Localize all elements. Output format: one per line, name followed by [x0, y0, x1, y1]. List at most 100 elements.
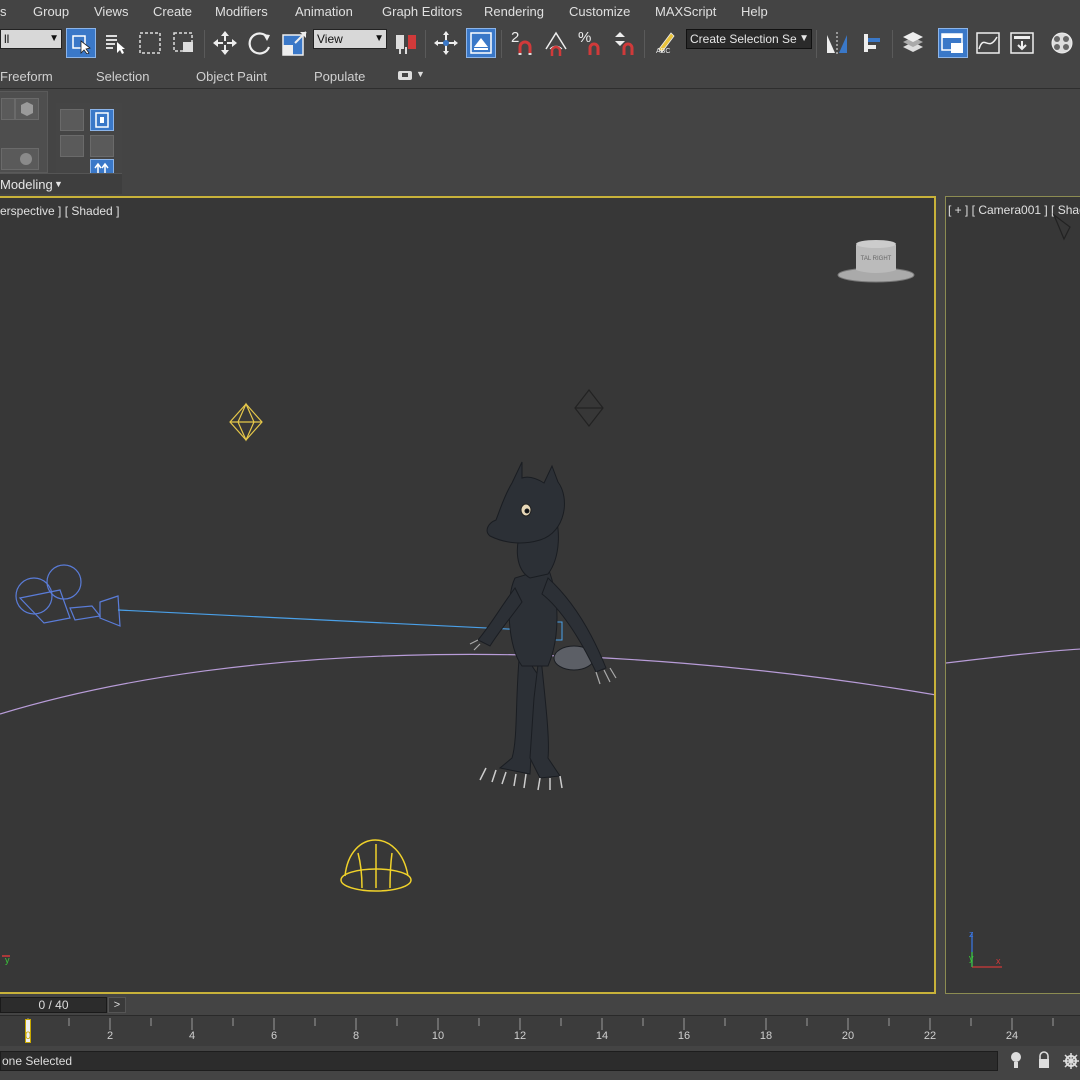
- align-button[interactable]: [857, 28, 887, 58]
- pivot-center-button[interactable]: [391, 28, 421, 58]
- menu-item-rendering[interactable]: Rendering: [484, 4, 544, 19]
- edit-named-selection-button[interactable]: ABC: [650, 28, 680, 58]
- window-crossing-button[interactable]: [169, 28, 199, 58]
- material-editor-icon: [1051, 32, 1073, 54]
- layers-icon: [903, 32, 923, 52]
- spinner-snap-button[interactable]: [609, 28, 639, 58]
- mirror-button[interactable]: [822, 28, 852, 58]
- ribbon-sphere-button[interactable]: [1, 148, 39, 170]
- menu-item-views[interactable]: Views: [94, 4, 128, 19]
- pivot-center-icon: [396, 35, 416, 54]
- tab-selection[interactable]: Selection: [96, 69, 149, 84]
- material-editor-button[interactable]: [1047, 28, 1077, 58]
- viewcube-icon: TAL RIGHT: [837, 240, 915, 283]
- ribbon-tab-bar: Freeform Selection Object Paint Populate…: [0, 64, 1080, 88]
- tab-object-paint[interactable]: Object Paint: [196, 69, 267, 84]
- menu-item-animation[interactable]: Animation: [295, 4, 353, 19]
- ribbon-tool-button[interactable]: [1, 98, 15, 120]
- snaps-toggle-button[interactable]: 2: [507, 28, 537, 58]
- selection-filter-dropdown[interactable]: ll ▼: [0, 29, 62, 49]
- home-grid-curve: [0, 653, 934, 715]
- ribbon-group-tools: [56, 103, 122, 181]
- menu-item-graph-editors[interactable]: Graph Editors: [382, 4, 462, 19]
- reference-coordinate-value: View: [317, 32, 343, 46]
- menu-item-help[interactable]: Help: [741, 4, 768, 19]
- percent-snap-button[interactable]: %: [575, 28, 605, 58]
- ribbon-panel: Modeling ▼: [0, 88, 1080, 194]
- toggle-scene-explorer-button[interactable]: [938, 28, 968, 58]
- ribbon-options-button[interactable]: [398, 71, 412, 80]
- tab-freeform[interactable]: Freeform: [0, 69, 53, 84]
- ribbon-group-polygon: [0, 91, 48, 173]
- time-slider-thumb[interactable]: 0 / 40: [0, 997, 107, 1013]
- frame-tick-label: 4: [188, 1030, 196, 1042]
- skylight-icon: [340, 839, 412, 892]
- select-object-button[interactable]: [66, 28, 96, 58]
- tab-populate[interactable]: Populate: [314, 69, 365, 84]
- reference-coordinate-dropdown[interactable]: View ▼: [313, 29, 387, 49]
- selection-lock-button[interactable]: [1036, 1050, 1052, 1075]
- rectangular-selection-button[interactable]: [135, 28, 165, 58]
- menu-item-maxscript[interactable]: MAXScript: [655, 4, 716, 19]
- track-bar-ticks: [27, 1018, 1054, 1030]
- select-by-name-button[interactable]: [100, 28, 130, 58]
- menu-item-edit-partial[interactable]: s: [0, 4, 7, 19]
- perspective-viewport[interactable]: erspective ] [ Shaded ] TAL RIGHT y: [0, 196, 936, 994]
- angle-snap-button[interactable]: [541, 28, 571, 58]
- select-and-move-button[interactable]: [210, 28, 240, 58]
- poly-cube-icon: [21, 102, 33, 116]
- ribbon-constraint-button[interactable]: [90, 109, 114, 131]
- frame-tick-label: 22: [923, 1030, 937, 1042]
- target-light-icon: [574, 389, 604, 427]
- ribbon-group-footer[interactable]: Modeling ▼: [0, 173, 122, 194]
- svg-text:x: x: [996, 956, 1001, 966]
- gear-icon: [1063, 1053, 1079, 1069]
- home-grid-curve: [946, 648, 1080, 664]
- svg-text:y: y: [969, 953, 974, 963]
- select-and-manipulate-button[interactable]: [431, 28, 461, 58]
- rectangle-selection-icon: [139, 32, 161, 54]
- chevron-down-icon: ▼: [374, 33, 384, 44]
- next-frame-button[interactable]: >: [108, 997, 126, 1013]
- schematic-view-icon: [1010, 32, 1034, 54]
- frame-tick-label: 0: [24, 1030, 32, 1042]
- wolf-character-model: [469, 461, 617, 791]
- select-by-name-icon: [106, 35, 125, 54]
- menu-item-customize[interactable]: Customize: [569, 4, 630, 19]
- selection-filter-value: ll: [4, 32, 10, 46]
- track-bar[interactable]: 0 2 4 6 8 10 12 14 16 18 20 22 24: [0, 1015, 1080, 1046]
- time-slider[interactable]: 0 / 40 >: [0, 995, 1080, 1015]
- ribbon-tool-button[interactable]: [90, 135, 114, 157]
- menu-item-modifiers[interactable]: Modifiers: [215, 4, 268, 19]
- ribbon-edit-poly-button[interactable]: [15, 98, 39, 120]
- camera-scene: z y x: [946, 213, 1080, 968]
- ribbon-tool-button[interactable]: [60, 135, 84, 157]
- schematic-view-button[interactable]: [1007, 28, 1037, 58]
- menu-item-group[interactable]: Group: [33, 4, 69, 19]
- rotate-icon: [248, 32, 271, 55]
- svg-text:y: y: [5, 955, 10, 965]
- axis-tripod-icon: z y x: [969, 929, 1002, 968]
- select-and-scale-button[interactable]: [280, 28, 310, 58]
- curve-editor-button[interactable]: [973, 28, 1003, 58]
- named-selection-sets-dropdown[interactable]: Create Selection Se ▼: [686, 29, 812, 49]
- frame-tick-label: 8: [352, 1030, 360, 1042]
- lock-icon: [1039, 1051, 1049, 1068]
- status-bar: one Selected: [0, 1046, 1080, 1080]
- percent-label: %: [578, 29, 592, 46]
- select-and-rotate-button[interactable]: [245, 28, 275, 58]
- keyboard-shortcut-override-button[interactable]: [466, 28, 496, 58]
- camera-viewport[interactable]: [ + ] [ Camera001 ] [ Shade z y x: [945, 196, 1080, 994]
- menu-item-create[interactable]: Create: [153, 4, 192, 19]
- frame-tick-label: 18: [759, 1030, 773, 1042]
- ribbon-tool-button[interactable]: [60, 109, 84, 131]
- spinner-snap-icon: [615, 32, 634, 55]
- named-selection-value: Create Selection Se: [690, 32, 797, 46]
- camera-icon: [15, 564, 563, 641]
- isolate-toggle-button[interactable]: [1008, 1050, 1024, 1075]
- layer-explorer-button[interactable]: [898, 28, 928, 58]
- frame-tick-label: 6: [270, 1030, 278, 1042]
- frame-tick-label: 24: [1005, 1030, 1019, 1042]
- absolute-mode-button[interactable]: [1062, 1050, 1080, 1075]
- mirror-icon: [827, 32, 847, 55]
